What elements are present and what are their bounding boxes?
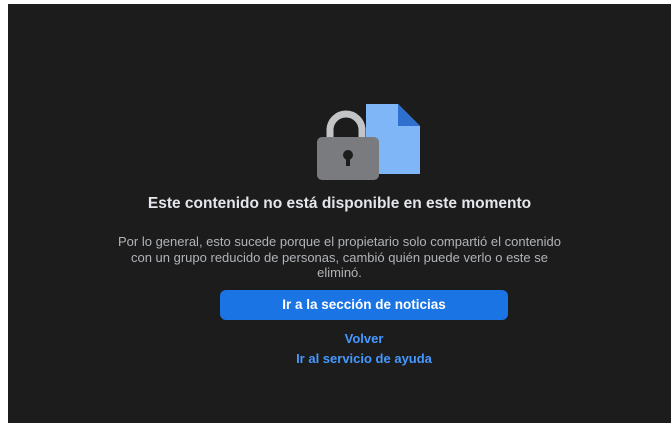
error-description: Por lo general, esto sucede porque el pr… bbox=[118, 234, 561, 280]
back-link[interactable]: Volver bbox=[220, 330, 508, 347]
page-title: Este contenido no está disponible en est… bbox=[147, 195, 532, 212]
locked-document-icon bbox=[317, 104, 420, 180]
error-content: Este contenido no está disponible en est… bbox=[8, 4, 671, 423]
content-unavailable-panel: Este contenido no está disponible en est… bbox=[8, 4, 671, 423]
go-to-news-feed-button[interactable]: Ir a la sección de noticias bbox=[220, 290, 508, 320]
help-center-link[interactable]: Ir al servicio de ayuda bbox=[220, 350, 508, 367]
